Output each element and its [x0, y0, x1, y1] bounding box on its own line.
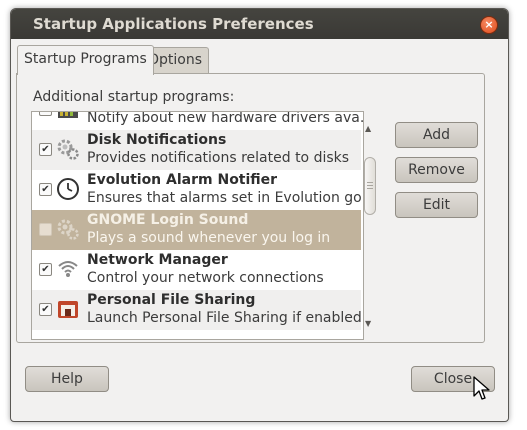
enable-checkbox[interactable]: ✔ [39, 303, 52, 316]
startup-programs-list[interactable]: ✔ Notify about new hardware drivers ava.… [31, 111, 364, 340]
close-window-button[interactable]: × [480, 16, 498, 34]
clock-icon [57, 178, 79, 200]
program-description: Ensures that alarms set in Evolution go.… [87, 190, 364, 206]
mouse-pointer-icon [473, 376, 490, 400]
program-name: GNOME Login Sound [87, 212, 249, 228]
program-description: Control your network connections [87, 270, 324, 286]
program-description: Notify about new hardware drivers ava... [87, 111, 364, 126]
enable-checkbox[interactable]: ✔ [39, 143, 52, 156]
program-name: Personal File Sharing [87, 292, 256, 308]
list-item[interactable]: ✔ Disk Notifications Provides notificati… [32, 130, 361, 170]
program-description: Launch Personal File Sharing if enabled [87, 310, 362, 326]
remove-button[interactable]: Remove [395, 157, 478, 183]
scroll-thumb[interactable] [364, 157, 376, 215]
list-item[interactable]: ✔ Notify about new hardware drivers ava.… [32, 111, 364, 130]
section-label: Additional startup programs: [33, 89, 235, 105]
enable-checkbox[interactable]: ✔ [39, 183, 52, 196]
thumb-grip [367, 188, 373, 189]
add-button[interactable]: Add [395, 122, 478, 148]
gears-icon [57, 139, 79, 160]
list-item[interactable]: ✔ Evolution Alarm Notifier Ensures that … [32, 170, 364, 210]
list-scrollbar[interactable]: ▲ ▼ [362, 111, 378, 338]
scroll-up-arrow-icon[interactable]: ▲ [365, 124, 371, 133]
file-sharing-icon [58, 301, 78, 318]
program-description: Plays a sound whenever you log in [87, 230, 331, 246]
gears-icon [57, 219, 79, 240]
enable-checkbox[interactable]: ✔ [39, 263, 52, 276]
program-name: Network Manager [87, 252, 228, 268]
program-name: Evolution Alarm Notifier [87, 172, 278, 188]
tab-startup-programs[interactable]: Startup Programs [17, 45, 154, 75]
enable-checkbox[interactable] [39, 223, 52, 236]
list-item[interactable]: ✔ Network Manager Control your network c… [32, 250, 361, 290]
list-item[interactable]: ✔ Personal File Sharing Launch Personal … [32, 290, 362, 330]
help-button[interactable]: Help [25, 366, 109, 392]
program-description: Provides notifications related to disks [87, 150, 350, 166]
thumb-grip [367, 182, 373, 183]
thumb-grip [367, 185, 373, 186]
scroll-down-arrow-icon[interactable]: ▼ [365, 319, 371, 328]
window-title: Startup Applications Preferences [33, 15, 314, 33]
wireless-icon [58, 261, 78, 277]
list-item[interactable]: GNOME Login Sound Plays a sound whenever… [32, 210, 361, 250]
enable-checkbox[interactable]: ✔ [39, 112, 52, 116]
hardware-driver-icon [58, 112, 78, 118]
title-bar[interactable]: Startup Applications Preferences × [11, 9, 508, 39]
edit-button[interactable]: Edit [395, 192, 478, 218]
program-name: Disk Notifications [87, 132, 227, 148]
